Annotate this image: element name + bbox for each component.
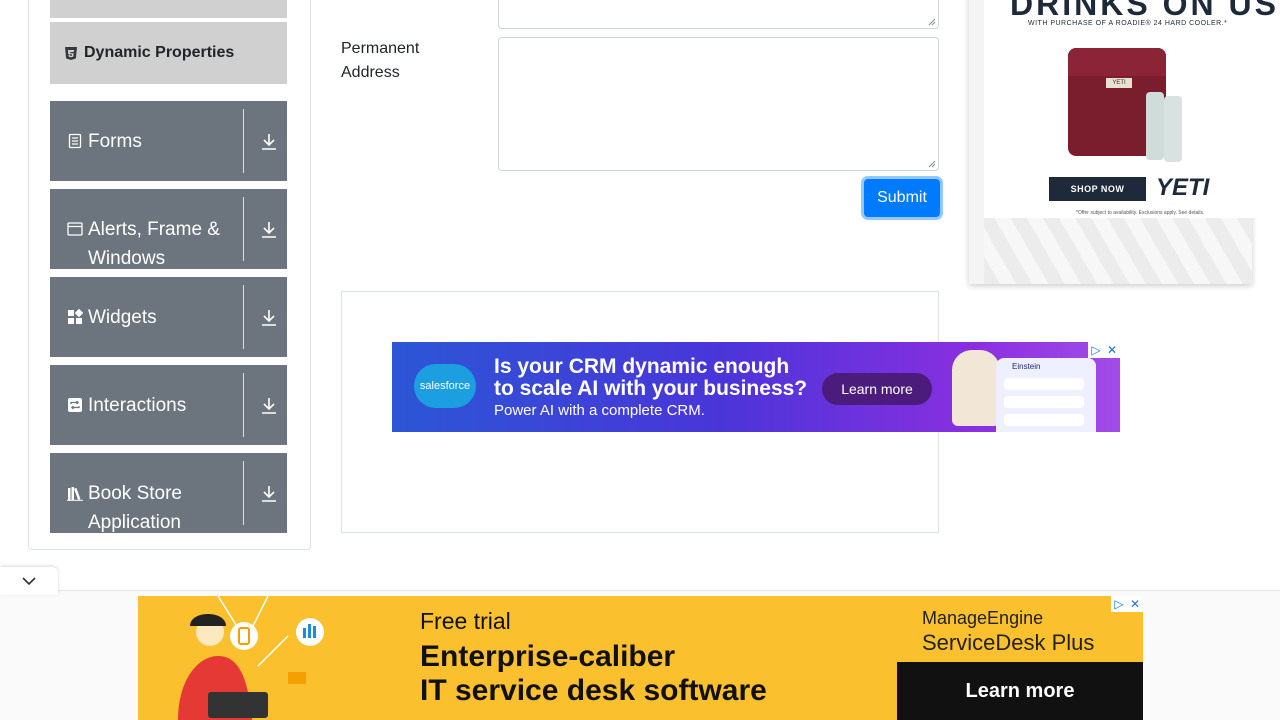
submit-button[interactable]: Submit	[864, 179, 940, 217]
ad-fine-print: *Offer subject to availability. Exclusio…	[1076, 210, 1205, 216]
ad-headline-line2: to scale AI with your business?	[494, 377, 808, 400]
support-agent-illustration	[178, 596, 324, 720]
divider	[243, 461, 244, 525]
adchoices-icon[interactable]: ▷	[1088, 342, 1104, 358]
chevron-down-icon	[22, 577, 36, 586]
sidebar-item-label: Dynamic Properties	[84, 44, 235, 61]
sidebar-group-alerts[interactable]: Alerts, Frame & Windows	[50, 189, 287, 269]
salesforce-ad-banner[interactable]: salesforce Is your CRM dynamic enough to…	[392, 342, 1120, 432]
ad-headline-line1: Is your CRM dynamic enough	[494, 355, 790, 378]
resize-grip-icon[interactable]	[928, 18, 936, 26]
window-icon	[67, 222, 83, 236]
ad-background-pattern	[984, 218, 1252, 284]
servicedesk-plus-logo: ServiceDesk Plus	[922, 630, 1095, 655]
form-icon	[68, 133, 82, 149]
sidebar-group-book-store[interactable]: Book Store Application	[50, 453, 287, 533]
permanent-address-label: Permanent Address	[341, 40, 420, 81]
download-arrow-icon[interactable]	[261, 485, 277, 503]
manageengine-ad-banner[interactable]: Free trial Enterprise-caliber IT service…	[138, 596, 1143, 720]
books-icon	[67, 487, 83, 501]
sidebar-previous-item[interactable]	[50, 0, 287, 20]
einstein-chat-panel: Einstein	[996, 358, 1096, 432]
interactions-icon	[68, 398, 82, 412]
chat-bubble	[1004, 396, 1084, 408]
sidebar-item-dynamic-properties[interactable]: Dynamic Properties	[50, 22, 287, 84]
adchoices-icon[interactable]: ▷	[1111, 596, 1127, 612]
ad-subline: WITH PURCHASE OF A ROADIE® 24 HARD COOLE…	[1028, 20, 1228, 27]
sidebar-group-label: Interactions	[88, 395, 187, 416]
download-arrow-icon[interactable]	[261, 397, 277, 415]
html5-icon	[65, 46, 77, 60]
shop-now-button[interactable]: SHOP NOW	[1049, 177, 1146, 201]
chat-bubble	[1004, 414, 1084, 426]
sidebar-group-interactions[interactable]: Interactions	[50, 365, 287, 445]
download-arrow-icon[interactable]	[261, 133, 277, 151]
ad-subtext: Power AI with a complete CRM.	[494, 402, 705, 419]
einstein-character-image	[952, 350, 1000, 426]
chat-panel-title: Einstein	[1012, 362, 1041, 371]
divider	[243, 373, 244, 437]
yeti-ad-banner[interactable]: DRINKS ON US WITH PURCHASE OF A ROADIE® …	[984, 0, 1280, 218]
collapse-ad-toggle[interactable]	[0, 567, 58, 595]
ad-headline-line2: IT service desk software	[420, 674, 767, 707]
manageengine-logo: ManageEngine	[922, 608, 1044, 628]
divider	[243, 109, 244, 173]
sidebar-group-label: Forms	[88, 131, 142, 152]
page-root: Dynamic Properties Forms Alerts, Frame &…	[0, 0, 1280, 720]
ad-headline-line1: Enterprise-caliber	[420, 640, 676, 673]
salesforce-logo: salesforce	[414, 364, 476, 408]
widgets-icon	[68, 309, 83, 324]
bottle-image	[1146, 92, 1164, 160]
cooler-lid	[1068, 48, 1166, 76]
divider	[243, 197, 244, 261]
cooler-logo: YETI	[1106, 78, 1132, 88]
download-arrow-icon[interactable]	[261, 221, 277, 239]
close-ad-icon[interactable]: ✕	[1127, 596, 1143, 612]
yeti-logo: YETI	[1156, 174, 1210, 201]
chat-bubble	[1004, 378, 1084, 390]
sidebar-group-forms[interactable]: Forms	[50, 101, 287, 181]
close-ad-icon[interactable]: ✕	[1104, 342, 1120, 358]
divider	[243, 285, 244, 349]
ad-free-trial-text: Free trial	[420, 608, 511, 634]
download-arrow-icon[interactable]	[261, 309, 277, 327]
ad-learn-more-button[interactable]: Learn more	[822, 373, 932, 405]
sidebar-group-label: Widgets	[88, 307, 157, 328]
bottle-image	[1164, 96, 1182, 162]
resize-grip-icon[interactable]	[928, 160, 936, 168]
ad-learn-more-button[interactable]: Learn more	[897, 662, 1143, 720]
sidebar-group-widgets[interactable]: Widgets	[50, 277, 287, 357]
current-address-textarea[interactable]	[498, 0, 939, 29]
permanent-address-textarea[interactable]	[498, 37, 939, 171]
sidebar-group-label: Alerts, Frame & Windows	[88, 219, 220, 269]
sidebar-group-label: Book Store Application	[88, 483, 182, 533]
